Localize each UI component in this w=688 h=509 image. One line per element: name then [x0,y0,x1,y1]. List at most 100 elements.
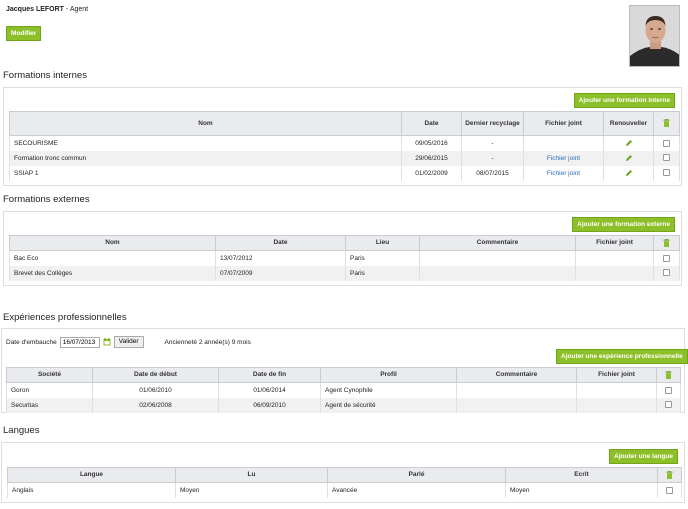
formations-internes-panel: Ajouter une formation interne Nom Date D… [3,87,682,186]
col-date[interactable]: Date [215,235,346,251]
pencil-icon[interactable] [625,154,633,162]
col-commentaire[interactable]: Commentaire [456,367,577,383]
cell-commentaire [419,265,576,281]
col-date-debut[interactable]: Date de début [92,367,219,383]
row-checkbox[interactable] [663,169,670,177]
trash-icon[interactable] [666,470,673,479]
cell-fin: 06/09/2010 [218,397,321,413]
row-checkbox[interactable] [663,139,670,147]
row-checkbox[interactable] [663,254,670,262]
row-checkbox[interactable] [666,486,673,494]
add-experience-button[interactable]: Ajouter une expérience professionnelle [556,349,688,364]
col-delete[interactable] [656,367,681,383]
col-ecrit[interactable]: Ecrit [505,467,658,483]
col-commentaire[interactable]: Commentaire [419,235,576,251]
cell-debut: 02/06/2008 [92,397,219,413]
cell-lu: Moyen [175,482,328,498]
col-fichier-joint[interactable]: Fichier joint [575,235,654,251]
table-row: Formation tronc commun 29/06/2015 - Fich… [9,150,680,166]
cell-renouveller [603,165,654,181]
col-parle[interactable]: Parlé [327,467,506,483]
cell-ecrit: Moyen [505,482,658,498]
cell-renouveller [603,135,654,151]
formations-externes-table: Nom Date Lieu Commentaire Fichier joint … [9,235,680,281]
col-delete[interactable] [653,235,680,251]
embauche-label: Date d'embauche [6,338,57,346]
cell-langue: Anglais [7,482,176,498]
trash-icon[interactable] [663,119,670,128]
row-checkbox[interactable] [665,386,672,394]
col-fichier-joint[interactable]: Fichier joint [523,111,604,136]
col-date-fin[interactable]: Date de fin [218,367,321,383]
cell-select [657,482,682,498]
cell-fichier [576,382,657,398]
col-lu[interactable]: Lu [175,467,328,483]
col-date[interactable]: Date [401,111,462,136]
col-lieu[interactable]: Lieu [345,235,420,251]
cell-fichier [576,397,657,413]
formations-internes-table: Nom Date Dernier recyclage Fichier joint… [9,111,680,181]
col-langue[interactable]: Langue [7,467,176,483]
cell-renouveller [603,150,654,166]
cell-commentaire [456,397,577,413]
table-row: Securitas 02/06/2008 06/09/2010 Agent de… [6,397,681,413]
cell-commentaire [456,382,577,398]
add-external-training-button[interactable]: Ajouter une formation externe [572,217,675,232]
cell-select [653,135,680,151]
section-title-experiences: Expériences professionnelles [3,312,127,323]
experiences-table: Société Date de début Date de fin Profil… [6,367,681,413]
table-row: Goron 01/06/2010 01/06/2014 Agent Cynoph… [6,382,681,398]
col-nom[interactable]: Nom [9,235,216,251]
trash-icon[interactable] [665,370,672,379]
cell-date: 01/02/2009 [401,165,462,181]
embauche-row: Date d'embauche Valider Ancienneté 2 ann… [6,336,251,348]
cell-fichier [575,265,654,281]
cell-fichier-link[interactable]: Fichier joint [523,150,604,166]
calendar-icon[interactable] [103,338,111,346]
cell-select [656,397,681,413]
cell-select [656,382,681,398]
section-title-formations-externes: Formations externes [3,194,90,205]
col-fichier-joint[interactable]: Fichier joint [576,367,657,383]
pencil-icon[interactable] [625,139,633,147]
trash-icon[interactable] [663,238,670,247]
cell-debut: 01/06/2010 [92,382,219,398]
table-row: Bac Eco 13/07/2012 Paris [9,250,680,266]
cell-nom: SSIAP 1 [9,165,402,181]
table-row: Brevet des Collèges 07/07/2009 Paris [9,265,680,281]
cell-fin: 01/06/2014 [218,382,321,398]
cell-societe: Securitas [6,397,93,413]
row-checkbox[interactable] [663,269,670,277]
cell-fichier-link[interactable]: Fichier joint [523,165,604,181]
cell-recyclage: 08/07/2015 [461,165,524,181]
col-renouveller[interactable]: Renouveller [603,111,654,136]
cell-recyclage: - [461,135,524,151]
embauche-date-input[interactable] [59,336,100,348]
table-row: SECOURISME 09/05/2016 - [9,135,680,151]
cell-profil: Agent Cynophile [320,382,457,398]
cell-select [653,150,680,166]
langues-panel: Ajouter une langue Langue Lu Parlé Ecrit… [1,442,685,503]
row-checkbox[interactable] [665,401,672,409]
col-nom[interactable]: Nom [9,111,402,136]
col-delete[interactable] [657,467,682,483]
cell-nom: Formation tronc commun [9,150,402,166]
edit-profile-button[interactable]: Modifier [6,26,42,41]
cell-societe: Goron [6,382,93,398]
pencil-icon[interactable] [625,169,633,177]
col-dernier-recyclage[interactable]: Dernier recyclage [461,111,524,136]
formations-externes-panel: Ajouter une formation externe Nom Date L… [3,211,682,286]
col-delete[interactable] [653,111,680,136]
add-internal-training-button[interactable]: Ajouter une formation interne [573,93,675,108]
row-checkbox[interactable] [663,154,670,162]
validate-button[interactable]: Valider [113,336,144,348]
cell-fichier [575,250,654,266]
section-title-langues: Langues [3,425,40,436]
cell-date: 13/07/2012 [215,250,346,266]
cell-fichier[interactable] [523,135,604,151]
col-societe[interactable]: Société [6,367,93,383]
cell-date: 07/07/2009 [215,265,346,281]
add-language-button[interactable]: Ajouter une langue [609,449,678,464]
col-profil[interactable]: Profil [320,367,457,383]
anciennete-text: Ancienneté 2 année(s) 9 mois [164,338,251,346]
